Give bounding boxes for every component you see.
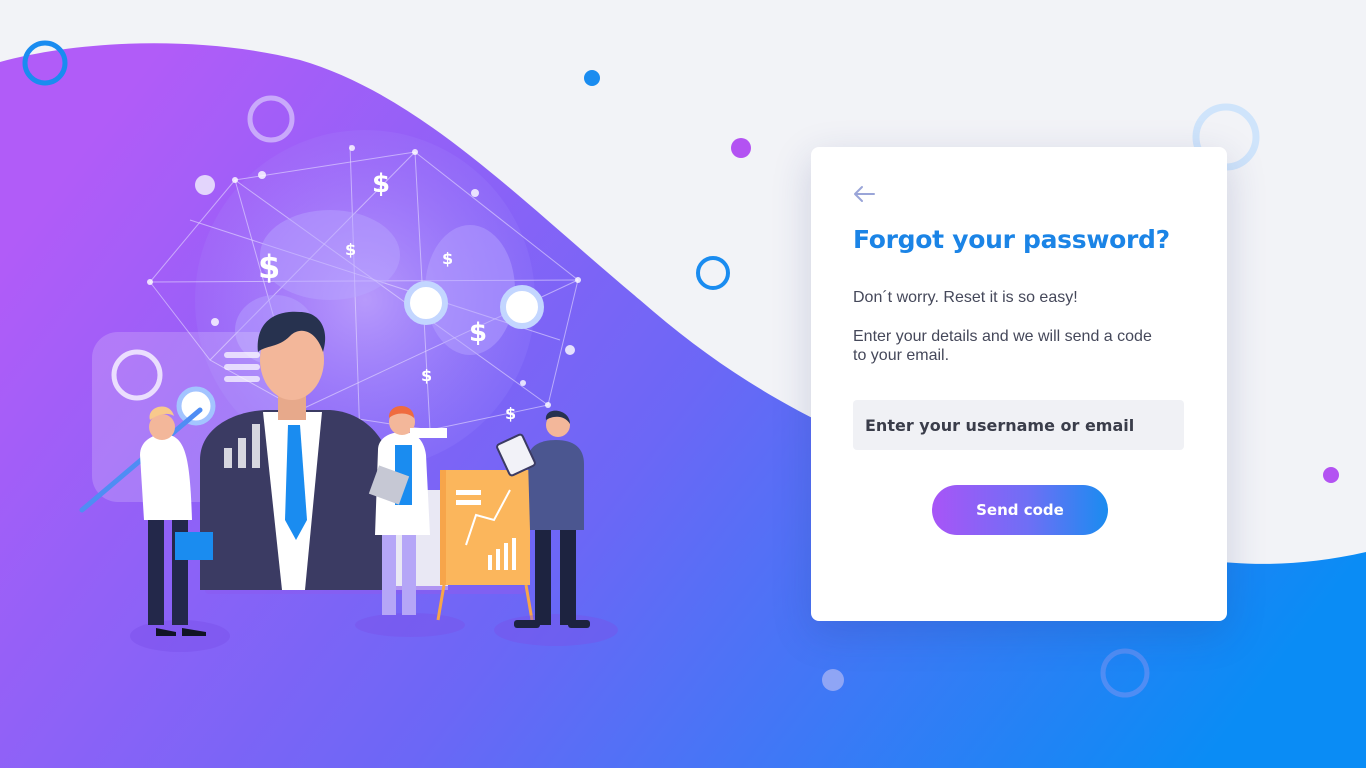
svg-text:$: $ [372,169,390,199]
svg-text:$: $ [469,318,487,348]
page-title: Forgot your password? [853,225,1170,254]
svg-text:$: $ [258,248,280,286]
send-code-button[interactable]: Send code [932,485,1108,535]
deco-dot [584,70,600,86]
deco-dot [195,175,215,195]
deco-dot [822,669,844,691]
svg-text:$: $ [505,404,516,423]
subtitle-text: Don´t worry. Reset it is so easy! [853,289,1078,306]
deco-ring [696,256,730,290]
arrow-left-icon [854,186,875,202]
deco-dot [731,138,751,158]
username-email-input[interactable] [853,400,1184,450]
svg-text:$: $ [345,240,356,259]
svg-text:$: $ [421,366,432,385]
svg-text:$: $ [442,249,453,268]
email-field-container [853,400,1184,450]
forgot-password-card: Forgot your password? Don´t worry. Reset… [811,147,1227,621]
description-text: Enter your details and we will send a co… [853,328,1152,364]
deco-dot [1323,467,1339,483]
back-button[interactable] [851,181,877,207]
